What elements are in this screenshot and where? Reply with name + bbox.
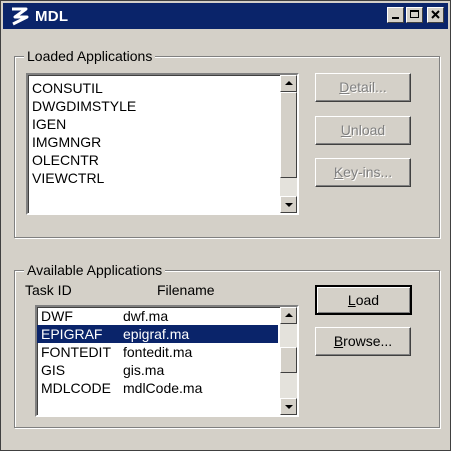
detail-mnemonic: D: [339, 79, 350, 95]
scroll-thumb[interactable]: [280, 347, 297, 373]
list-item[interactable]: OLECNTR: [28, 151, 278, 169]
unload-button[interactable]: Unload: [315, 116, 411, 145]
close-icon: [431, 10, 440, 19]
filename-cell: mdlCode.ma: [123, 380, 203, 396]
unload-mnemonic: U: [340, 122, 351, 138]
mdl-app-icon: [12, 7, 29, 26]
title-bar[interactable]: MDL: [3, 3, 448, 29]
scroll-thumb[interactable]: [280, 92, 297, 178]
browse-mnemonic: B: [333, 333, 344, 349]
filename-cell: epigraf.ma: [123, 326, 190, 342]
detail-button[interactable]: Detail...: [315, 73, 411, 102]
maximize-button[interactable]: [406, 7, 423, 23]
minimize-button[interactable]: [387, 7, 404, 23]
scroll-up-button[interactable]: [280, 307, 297, 324]
list-item[interactable]: DWGDIMSTYLE: [28, 97, 278, 115]
arrow-up-icon: [285, 313, 293, 317]
filename-cell: fontedit.ma: [123, 344, 193, 360]
filename-column-header[interactable]: Filename: [157, 282, 215, 298]
unload-label: nload: [350, 122, 386, 138]
list-item[interactable]: CONSUTIL: [28, 79, 278, 97]
list-item[interactable]: IGEN: [28, 115, 278, 133]
close-button[interactable]: [427, 7, 444, 23]
table-row[interactable]: MDLCODE mdlCode.ma: [37, 379, 278, 397]
load-label: oad: [355, 292, 380, 308]
key-ins-label: ey-ins...: [343, 164, 393, 180]
load-mnemonic: L: [347, 292, 356, 308]
arrow-up-icon: [285, 81, 293, 85]
loaded-applications-list[interactable]: CONSUTIL DWGDIMSTYLE IGEN IMGMNGR OLECNT…: [26, 73, 299, 215]
loaded-list-scrollbar[interactable]: [280, 75, 297, 213]
browse-button[interactable]: Browse...: [315, 327, 411, 356]
browse-label: rowse...: [343, 333, 393, 349]
key-ins-mnemonic: K: [333, 164, 344, 180]
available-list-scrollbar[interactable]: [280, 307, 297, 415]
available-applications-label: Available Applications: [24, 262, 166, 278]
table-row[interactable]: GIS gis.ma: [37, 361, 278, 379]
scroll-up-button[interactable]: [280, 75, 297, 92]
task-id-cell: DWF: [41, 308, 73, 324]
filename-cell: gis.ma: [123, 362, 165, 378]
loaded-applications-label: Loaded Applications: [24, 48, 156, 64]
task-id-cell: FONTEDIT: [41, 344, 111, 360]
table-row-selected[interactable]: EPIGRAF epigraf.ma: [37, 325, 278, 343]
table-row[interactable]: DWF dwf.ma: [37, 307, 278, 325]
detail-label: etail...: [349, 79, 387, 95]
filename-cell: dwf.ma: [123, 308, 169, 324]
task-id-cell: GIS: [41, 362, 66, 378]
arrow-down-icon: [285, 405, 293, 409]
minimize-icon: [392, 17, 399, 19]
available-applications-list[interactable]: DWF dwf.ma EPIGRAF epigraf.ma FONTEDIT f…: [35, 305, 299, 417]
list-item[interactable]: IMGMNGR: [28, 133, 278, 151]
task-id-column-header[interactable]: Task ID: [25, 282, 72, 298]
scroll-down-button[interactable]: [280, 196, 297, 213]
arrow-down-icon: [285, 203, 293, 207]
list-item[interactable]: VIEWCTRL: [28, 169, 278, 187]
task-id-cell: EPIGRAF: [41, 326, 103, 342]
maximize-icon: [410, 10, 419, 18]
window-title: MDL: [35, 7, 69, 25]
mdl-window: MDL Loaded Applications CONSUTIL DWGDIMS…: [0, 0, 451, 451]
load-button[interactable]: Load: [315, 285, 412, 315]
table-row[interactable]: FONTEDIT fontedit.ma: [37, 343, 278, 361]
task-id-cell: MDLCODE: [41, 380, 112, 396]
scroll-down-button[interactable]: [280, 398, 297, 415]
key-ins-button[interactable]: Key-ins...: [315, 158, 411, 187]
